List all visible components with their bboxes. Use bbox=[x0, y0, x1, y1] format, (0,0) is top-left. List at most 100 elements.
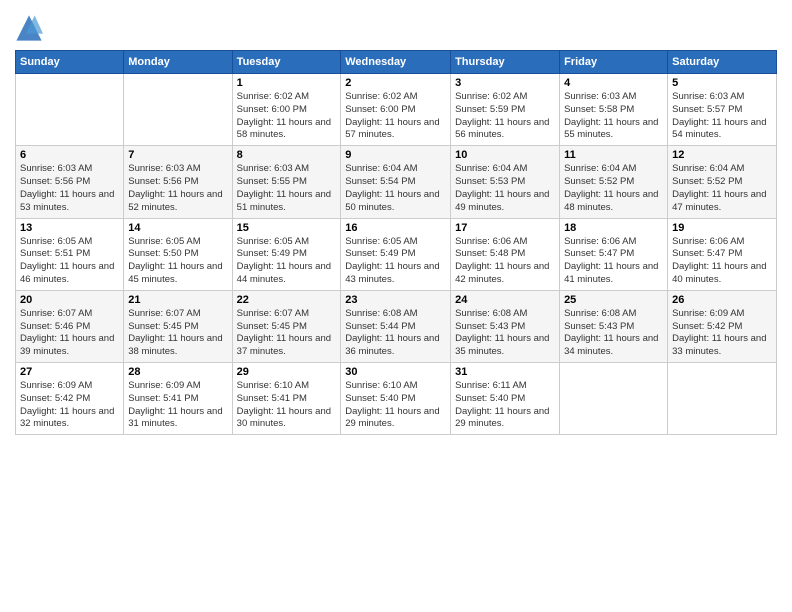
day-info: Sunrise: 6:09 AM Sunset: 5:42 PM Dayligh… bbox=[20, 380, 119, 431]
day-info: Sunrise: 6:05 AM Sunset: 5:50 PM Dayligh… bbox=[128, 236, 227, 287]
calendar-cell: 25Sunrise: 6:08 AM Sunset: 5:43 PM Dayli… bbox=[560, 290, 668, 362]
day-number: 25 bbox=[564, 294, 663, 306]
day-info: Sunrise: 6:10 AM Sunset: 5:41 PM Dayligh… bbox=[237, 380, 337, 431]
calendar-cell: 16Sunrise: 6:05 AM Sunset: 5:49 PM Dayli… bbox=[341, 218, 451, 290]
day-info: Sunrise: 6:03 AM Sunset: 5:56 PM Dayligh… bbox=[128, 163, 227, 214]
header bbox=[15, 10, 777, 42]
day-number: 17 bbox=[455, 222, 555, 234]
calendar-cell: 27 Sunrise: 6:09 AM Sunset: 5:42 PM Dayli… bbox=[16, 363, 124, 435]
day-info: Sunrise: 6:05 AM Sunset: 5:49 PM Dayligh… bbox=[237, 236, 337, 287]
day-header-monday: Monday bbox=[124, 51, 232, 74]
day-number: 16 bbox=[345, 222, 446, 234]
calendar-cell bbox=[668, 363, 777, 435]
day-info: Sunrise: 6:06 AM Sunset: 5:47 PM Dayligh… bbox=[672, 236, 772, 287]
day-info: Sunrise: 6:05 AM Sunset: 5:51 PM Dayligh… bbox=[20, 236, 119, 287]
day-number: 27 bbox=[20, 366, 119, 378]
day-info: Sunrise: 6:04 AM Sunset: 5:52 PM Dayligh… bbox=[672, 163, 772, 214]
day-number: 13 bbox=[20, 222, 119, 234]
day-number: 5 bbox=[672, 77, 772, 89]
calendar-cell: 30 Sunrise: 6:10 AM Sunset: 5:40 PM Dayli… bbox=[341, 363, 451, 435]
calendar-header: SundayMondayTuesdayWednesdayThursdayFrid… bbox=[16, 51, 777, 74]
week-row-3: 13 Sunrise: 6:05 AM Sunset: 5:51 PM Dayli… bbox=[16, 218, 777, 290]
calendar-cell: 15 Sunrise: 6:05 AM Sunset: 5:49 PM Dayli… bbox=[232, 218, 341, 290]
calendar-cell: 28 Sunrise: 6:09 AM Sunset: 5:41 PM Dayli… bbox=[124, 363, 232, 435]
day-info: Sunrise: 6:07 AM Sunset: 5:45 PM Dayligh… bbox=[237, 308, 337, 359]
calendar-cell: 8 Sunrise: 6:03 AM Sunset: 5:55 PM Daylig… bbox=[232, 146, 341, 218]
calendar-cell: 29 Sunrise: 6:10 AM Sunset: 5:41 PM Dayli… bbox=[232, 363, 341, 435]
day-info: Sunrise: 6:08 AM Sunset: 5:43 PM Dayligh… bbox=[455, 308, 555, 359]
calendar-cell: 14 Sunrise: 6:05 AM Sunset: 5:50 PM Dayli… bbox=[124, 218, 232, 290]
calendar-cell: 5 Sunrise: 6:03 AM Sunset: 5:57 PM Daylig… bbox=[668, 74, 777, 146]
day-info: Sunrise: 6:02 AM Sunset: 5:59 PM Dayligh… bbox=[455, 91, 555, 142]
day-info: Sunrise: 6:03 AM Sunset: 5:58 PM Dayligh… bbox=[564, 91, 663, 142]
day-info: Sunrise: 6:09 AM Sunset: 5:41 PM Dayligh… bbox=[128, 380, 227, 431]
day-number: 7 bbox=[128, 149, 227, 161]
calendar-cell: 24Sunrise: 6:08 AM Sunset: 5:43 PM Dayli… bbox=[451, 290, 560, 362]
day-header-thursday: Thursday bbox=[451, 51, 560, 74]
day-info: Sunrise: 6:02 AM Sunset: 6:00 PM Dayligh… bbox=[345, 91, 446, 142]
day-number: 28 bbox=[128, 366, 227, 378]
day-number: 2 bbox=[345, 77, 446, 89]
calendar-cell: 11Sunrise: 6:04 AM Sunset: 5:52 PM Dayli… bbox=[560, 146, 668, 218]
calendar-cell: 19 Sunrise: 6:06 AM Sunset: 5:47 PM Dayli… bbox=[668, 218, 777, 290]
calendar-table: SundayMondayTuesdayWednesdayThursdayFrid… bbox=[15, 50, 777, 435]
calendar-cell: 17 Sunrise: 6:06 AM Sunset: 5:48 PM Dayli… bbox=[451, 218, 560, 290]
day-header-saturday: Saturday bbox=[668, 51, 777, 74]
day-number: 8 bbox=[237, 149, 337, 161]
day-info: Sunrise: 6:04 AM Sunset: 5:53 PM Dayligh… bbox=[455, 163, 555, 214]
calendar-cell: 3 Sunrise: 6:02 AM Sunset: 5:59 PM Daylig… bbox=[451, 74, 560, 146]
day-number: 19 bbox=[672, 222, 772, 234]
day-number: 14 bbox=[128, 222, 227, 234]
week-row-1: 1 Sunrise: 6:02 AM Sunset: 6:00 PM Daylig… bbox=[16, 74, 777, 146]
logo-icon bbox=[15, 14, 43, 42]
calendar-cell bbox=[124, 74, 232, 146]
calendar-cell: 6 Sunrise: 6:03 AM Sunset: 5:56 PM Daylig… bbox=[16, 146, 124, 218]
day-number: 11 bbox=[564, 149, 663, 161]
calendar-cell: 1 Sunrise: 6:02 AM Sunset: 6:00 PM Daylig… bbox=[232, 74, 341, 146]
day-number: 4 bbox=[564, 77, 663, 89]
calendar-cell: 23 Sunrise: 6:08 AM Sunset: 5:44 PM Dayli… bbox=[341, 290, 451, 362]
calendar-cell: 10 Sunrise: 6:04 AM Sunset: 5:53 PM Dayli… bbox=[451, 146, 560, 218]
day-info: Sunrise: 6:03 AM Sunset: 5:55 PM Dayligh… bbox=[237, 163, 337, 214]
calendar-page: SundayMondayTuesdayWednesdayThursdayFrid… bbox=[0, 0, 792, 612]
day-number: 31 bbox=[455, 366, 555, 378]
day-number: 18 bbox=[564, 222, 663, 234]
calendar-cell: 7 Sunrise: 6:03 AM Sunset: 5:56 PM Daylig… bbox=[124, 146, 232, 218]
calendar-cell: 9 Sunrise: 6:04 AM Sunset: 5:54 PM Daylig… bbox=[341, 146, 451, 218]
day-info: Sunrise: 6:07 AM Sunset: 5:45 PM Dayligh… bbox=[128, 308, 227, 359]
day-info: Sunrise: 6:03 AM Sunset: 5:57 PM Dayligh… bbox=[672, 91, 772, 142]
day-number: 30 bbox=[345, 366, 446, 378]
calendar-cell: 22Sunrise: 6:07 AM Sunset: 5:45 PM Dayli… bbox=[232, 290, 341, 362]
calendar-cell: 31 Sunrise: 6:11 AM Sunset: 5:40 PM Dayli… bbox=[451, 363, 560, 435]
day-number: 15 bbox=[237, 222, 337, 234]
day-info: Sunrise: 6:09 AM Sunset: 5:42 PM Dayligh… bbox=[672, 308, 772, 359]
day-number: 23 bbox=[345, 294, 446, 306]
day-number: 10 bbox=[455, 149, 555, 161]
logo bbox=[15, 14, 47, 42]
day-info: Sunrise: 6:11 AM Sunset: 5:40 PM Dayligh… bbox=[455, 380, 555, 431]
day-info: Sunrise: 6:03 AM Sunset: 5:56 PM Dayligh… bbox=[20, 163, 119, 214]
day-number: 9 bbox=[345, 149, 446, 161]
calendar-cell: 20 Sunrise: 6:07 AM Sunset: 5:46 PM Dayli… bbox=[16, 290, 124, 362]
day-number: 6 bbox=[20, 149, 119, 161]
day-number: 3 bbox=[455, 77, 555, 89]
day-info: Sunrise: 6:06 AM Sunset: 5:48 PM Dayligh… bbox=[455, 236, 555, 287]
day-number: 21 bbox=[128, 294, 227, 306]
calendar-cell: 18 Sunrise: 6:06 AM Sunset: 5:47 PM Dayli… bbox=[560, 218, 668, 290]
day-info: Sunrise: 6:08 AM Sunset: 5:44 PM Dayligh… bbox=[345, 308, 446, 359]
calendar-cell bbox=[16, 74, 124, 146]
day-info: Sunrise: 6:10 AM Sunset: 5:40 PM Dayligh… bbox=[345, 380, 446, 431]
day-info: Sunrise: 6:02 AM Sunset: 6:00 PM Dayligh… bbox=[237, 91, 337, 142]
day-info: Sunrise: 6:04 AM Sunset: 5:54 PM Dayligh… bbox=[345, 163, 446, 214]
week-row-5: 27 Sunrise: 6:09 AM Sunset: 5:42 PM Dayli… bbox=[16, 363, 777, 435]
day-info: Sunrise: 6:07 AM Sunset: 5:46 PM Dayligh… bbox=[20, 308, 119, 359]
day-number: 12 bbox=[672, 149, 772, 161]
day-info: Sunrise: 6:06 AM Sunset: 5:47 PM Dayligh… bbox=[564, 236, 663, 287]
calendar-cell bbox=[560, 363, 668, 435]
day-number: 1 bbox=[237, 77, 337, 89]
calendar-cell: 26 Sunrise: 6:09 AM Sunset: 5:42 PM Dayli… bbox=[668, 290, 777, 362]
calendar-cell: 12 Sunrise: 6:04 AM Sunset: 5:52 PM Dayli… bbox=[668, 146, 777, 218]
day-number: 20 bbox=[20, 294, 119, 306]
day-number: 29 bbox=[237, 366, 337, 378]
day-number: 26 bbox=[672, 294, 772, 306]
